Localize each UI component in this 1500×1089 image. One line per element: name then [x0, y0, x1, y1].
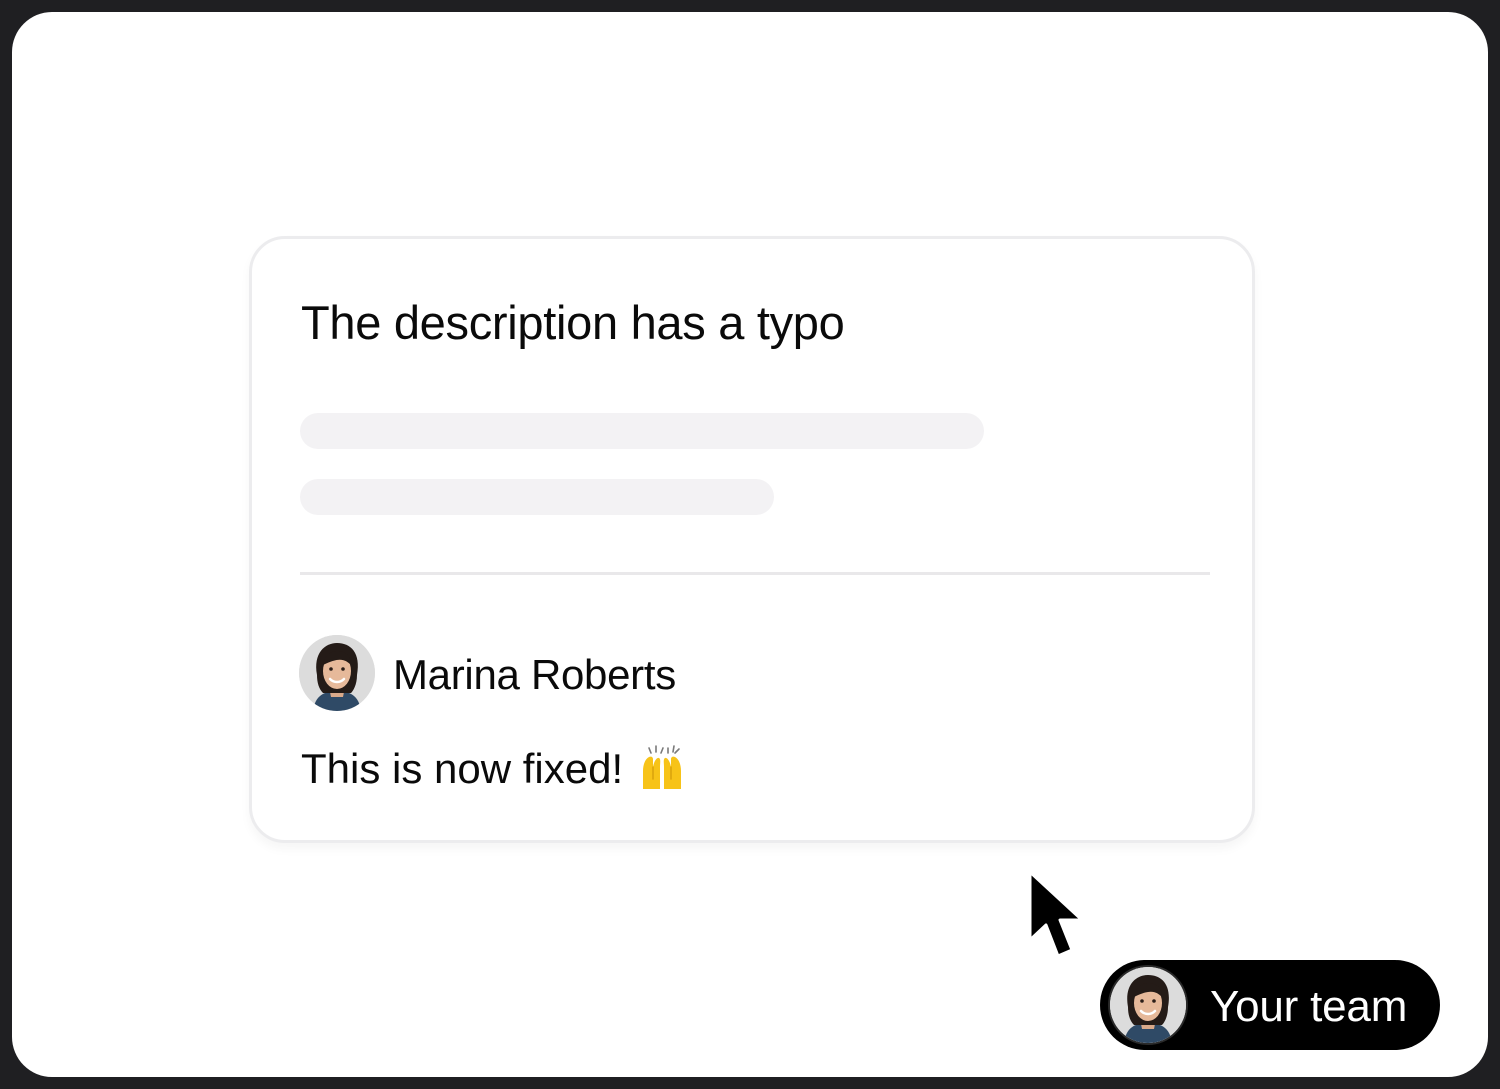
pill-label: Your team	[1210, 982, 1408, 1031]
comment-body: This is now fixed!	[301, 745, 624, 792]
screen: The description has a typo Marina Robert…	[12, 12, 1488, 1077]
avatar-photo-icon	[299, 635, 375, 711]
author-avatar[interactable]	[299, 635, 375, 711]
device-frame: The description has a typo Marina Robert…	[0, 0, 1500, 1089]
avatar-photo-icon	[1110, 967, 1186, 1043]
presence-pill[interactable]: Your team	[1100, 960, 1440, 1050]
pointer-arrow-icon	[1028, 870, 1084, 958]
skeleton-line	[300, 479, 774, 515]
divider	[300, 572, 1210, 575]
comment-text: This is now fixed!	[301, 745, 685, 793]
team-avatar	[1110, 967, 1186, 1043]
comment-card: The description has a typo Marina Robert…	[249, 236, 1255, 843]
skeleton-line	[300, 413, 984, 449]
raising-hands-emoji-icon	[643, 745, 682, 789]
card-title: The description has a typo	[301, 296, 845, 349]
author-name: Marina Roberts	[393, 651, 676, 698]
